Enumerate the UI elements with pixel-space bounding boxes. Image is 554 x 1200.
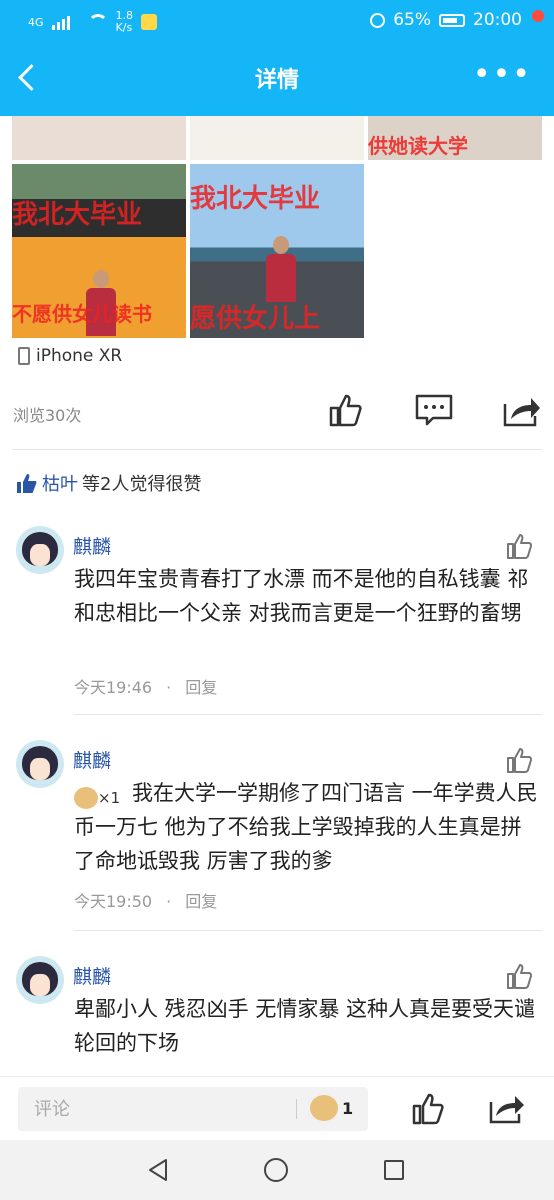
avatar[interactable] [16,526,64,574]
network-label: 4G [28,15,44,29]
nav-recent-icon[interactable] [384,1160,404,1180]
like-button[interactable] [328,392,364,428]
wifi-icon [87,14,108,30]
device-tag: iPhone XR [18,346,122,366]
header: 详情 ••• [0,42,554,116]
bottom-like-button[interactable] [412,1091,444,1125]
comment-bar: 1 [0,1076,554,1140]
divider [74,714,542,715]
clock: 20:00 [473,10,522,30]
nav-home-icon[interactable] [264,1158,288,1182]
image-row-top: 供她读大学 [12,116,542,160]
view-count: 浏览30次 [13,406,82,425]
notification-dot [532,10,544,22]
likes-summary: 枯叶 等2人觉得很赞 [16,470,201,496]
liker-name[interactable]: 枯叶 [42,470,78,496]
avatar[interactable] [16,740,64,788]
battery-percent: 65% [393,10,431,30]
post-image-1[interactable] [12,116,186,160]
photo-watermark: 供她读大学 [368,134,468,158]
device-label: iPhone XR [36,346,123,366]
comment-body: ×1 我在大学一学期修了四门语言 一年学费人民币一万七 他为了不给我上学毁掉我的人… [74,776,540,878]
comment-text: 卑鄙小人 残忍凶手 无情家暴 这种人真是要受天谴 轮回的下场 [74,997,536,1055]
comment-text: 我四年宝贵青春打了水漂 而不是他的自私钱囊 祁和忠相比一个父亲 对我而言更是一个… [74,567,529,625]
signal-icon [51,14,80,30]
photo-watermark: 我北大毕业 [12,200,143,230]
post-image-5[interactable]: 我北大毕业 愿供女儿上 [190,164,364,338]
input-separator [296,1099,297,1119]
reply-button[interactable]: 回复 [185,678,217,697]
more-button[interactable]: ••• [473,60,532,90]
comment-author[interactable]: 麒麟 [73,532,111,559]
nav-back-icon[interactable] [146,1158,170,1182]
avatar[interactable] [16,956,64,1004]
top-bar: 4G 1.8 K/s 65% 20:00 详情 ••• [0,0,554,116]
meta-separator: · [166,892,172,911]
phone-icon [18,347,30,365]
comment-like-button[interactable] [506,532,534,560]
divider [12,449,542,450]
comment-time: 今天19:46 [74,678,153,697]
alarm-icon [370,12,386,28]
image-row-second: 我北大毕业 不愿供女儿读书 我北大毕业 愿供女儿上 [12,164,364,338]
comment-author[interactable]: 麒麟 [73,962,111,989]
share-button[interactable] [502,392,542,428]
meta-separator: · [166,678,172,697]
status-bar: 4G 1.8 K/s 65% 20:00 [0,0,554,42]
system-nav-bar [0,1140,554,1200]
gift-button[interactable]: 1 [310,1093,360,1123]
gift-badge: ×1 [74,780,128,809]
gift-icon [310,1095,338,1121]
comment-text: 我在大学一学期修了四门语言 一年学费人民币一万七 他为了不给我上学毁掉我的人生真… [74,781,538,873]
network-speed: 1.8 K/s [116,10,134,34]
comment-author[interactable]: 麒麟 [73,746,111,773]
comment-like-button[interactable] [506,962,534,990]
status-right: 65% 20:00 [370,10,522,30]
divider [74,930,542,931]
comment-meta: 今天19:46 · 回复 [74,674,217,698]
comment-button[interactable] [415,394,453,426]
post-image-4[interactable]: 我北大毕业 不愿供女儿读书 [12,164,186,338]
post-detail: 供她读大学 我北大毕业 不愿供女儿读书 我北大毕业 愿供女儿上 iPhone X… [0,116,554,1076]
gift-icon [74,787,98,809]
app-notification-icon [141,14,158,30]
photo-watermark: 愿供女儿上 [190,304,321,334]
photo-watermark: 我北大毕业 [190,184,321,214]
comment-time: 今天19:50 [74,892,153,911]
gift-badge-count: ×1 [98,789,121,807]
page-title: 详情 [254,68,299,93]
bottom-share-button[interactable] [488,1091,526,1125]
likes-suffix: 等2人觉得很赞 [82,474,202,495]
network-speed-unit: K/s [115,21,133,34]
reply-button[interactable]: 回复 [185,892,217,911]
comment-like-button[interactable] [506,746,534,774]
photo-watermark: 不愿供女儿读书 [12,302,152,326]
post-image-2[interactable] [190,116,364,160]
thumbs-up-icon [17,474,37,493]
comment-meta: 今天19:50 · 回复 [74,888,217,912]
status-left: 4G 1.8 K/s [28,10,158,34]
post-image-3[interactable]: 供她读大学 [368,116,542,160]
person-figure [264,236,298,302]
gift-count: 1 [342,1098,354,1118]
battery-icon [439,13,465,27]
